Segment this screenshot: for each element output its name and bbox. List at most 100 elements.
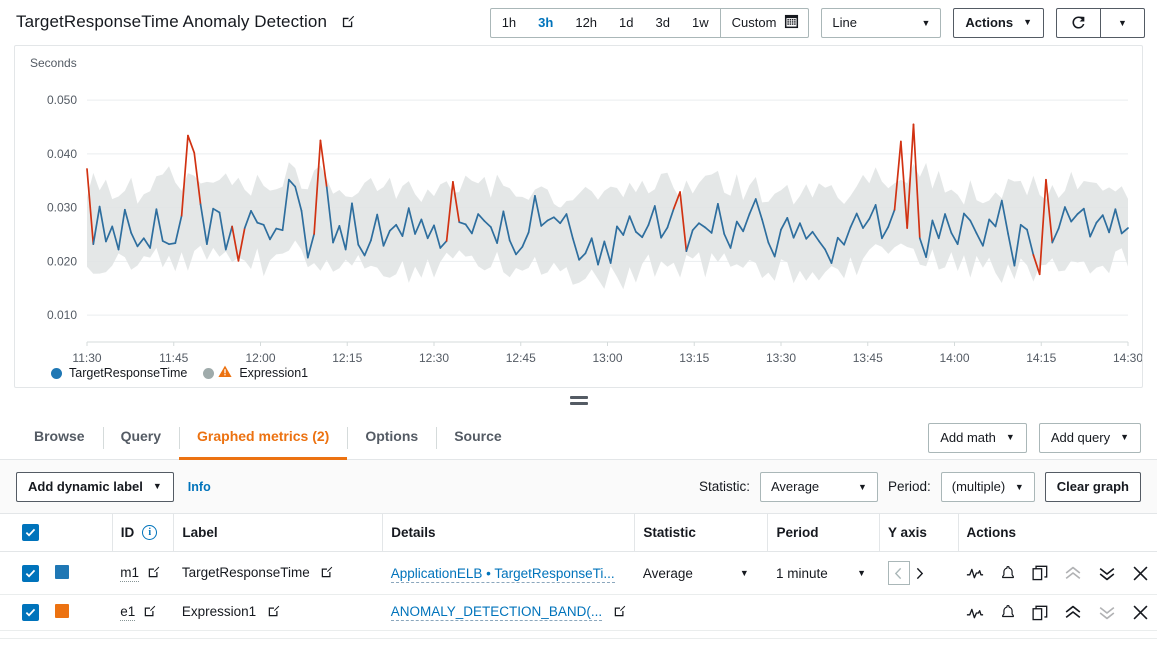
row-id-value: e1 (120, 604, 136, 621)
row-id-cell: e1 (112, 594, 174, 631)
statistic-label: Statistic: (698, 479, 750, 494)
bell-icon[interactable] (1000, 565, 1016, 582)
chevron-left-icon[interactable] (887, 561, 910, 585)
duplicate-icon[interactable] (1032, 605, 1048, 621)
tab-source[interactable]: Source (436, 416, 519, 460)
info-link[interactable]: Info (188, 480, 211, 494)
time-range-selector: 1h 3h 12h 1d 3d 1w Custom (489, 7, 810, 38)
row-period-select[interactable]: 1 minute ▼ (776, 566, 866, 581)
svg-text:12:15: 12:15 (332, 351, 362, 365)
row-color-cell (47, 594, 113, 631)
move-down-icon[interactable] (1098, 605, 1116, 620)
statistic-header: Statistic (634, 514, 768, 552)
move-up-icon[interactable] (1064, 566, 1082, 581)
table-row[interactable]: m1 TargetResponseTime ApplicationELB • T… (0, 551, 1157, 595)
svg-text:14:30: 14:30 (1113, 351, 1142, 365)
chart-legend: TargetResponseTime Expression1 (51, 365, 308, 381)
calendar-icon (784, 14, 799, 32)
row-details-cell: ANOMALY_DETECTION_BAND(... (382, 594, 635, 631)
edit-label-icon[interactable] (267, 604, 281, 621)
add-math-button[interactable]: Add math ▼ (928, 422, 1027, 453)
series-color-swatch[interactable] (55, 604, 69, 618)
time-range-1h[interactable]: 1h (491, 9, 527, 37)
clear-graph-button[interactable]: Clear graph (1044, 471, 1141, 502)
time-range-12h[interactable]: 12h (564, 9, 608, 37)
legend-item-targetresponsetime[interactable]: TargetResponseTime (51, 366, 187, 380)
table-row[interactable]: e1 Expression1 ANOMALY_DETECTION_BAND(..… (0, 594, 1157, 631)
svg-text:0.020: 0.020 (47, 254, 77, 268)
info-icon[interactable]: i (142, 525, 158, 540)
row-yaxis-cell (879, 551, 958, 595)
row-details-value[interactable]: ApplicationELB • TargetResponseTi... (390, 565, 615, 583)
tab-query[interactable]: Query (102, 416, 179, 460)
id-header-inner: ID i (121, 525, 158, 540)
add-dynamic-label-text: Add dynamic label (28, 479, 143, 494)
tab-browse[interactable]: Browse (16, 416, 103, 460)
legend-item-expression1[interactable]: Expression1 (203, 365, 308, 381)
edit-label-icon[interactable] (320, 565, 334, 582)
svg-text:13:30: 13:30 (766, 351, 796, 365)
chart-type-select[interactable]: Line ▼ (821, 7, 942, 38)
tab-graphed-metrics[interactable]: Graphed metrics (2) (179, 416, 348, 460)
svg-text:0.010: 0.010 (47, 308, 77, 322)
svg-text:0.030: 0.030 (47, 201, 77, 215)
chart-plot-area[interactable]: 0.050 0.040 0.030 0.020 0.010 11:30 11:45 12:00… (15, 74, 1143, 386)
chart-type-value: Line (832, 15, 857, 30)
row-details-value[interactable]: ANOMALY_DETECTION_BAND(... (390, 604, 603, 621)
time-range-1w[interactable]: 1w (681, 9, 720, 37)
period-select[interactable]: (multiple) ▼ (940, 471, 1035, 502)
refresh-button[interactable] (1057, 9, 1100, 37)
row-color-cell (47, 551, 113, 595)
row-id-value: m1 (120, 564, 140, 582)
time-range-custom[interactable]: Custom (721, 9, 809, 37)
graph-toolbar: TargetResponseTime Anomaly Detection 1h … (0, 0, 1157, 45)
add-dynamic-label-button[interactable]: Add dynamic label ▼ (16, 471, 174, 502)
y-axis-header: Y axis (879, 514, 958, 552)
metrics-controls-bar: Add dynamic label ▼ Info Statistic: Aver… (0, 460, 1157, 514)
edit-id-icon[interactable] (147, 565, 161, 582)
row-label-value: TargetResponseTime (181, 564, 310, 580)
move-down-icon[interactable] (1098, 566, 1116, 581)
duplicate-icon[interactable] (1032, 565, 1048, 581)
row-actions-cell (958, 594, 1157, 631)
select-all-checkbox[interactable] (22, 524, 39, 541)
series-color-swatch[interactable] (55, 564, 69, 579)
close-icon[interactable] (1132, 604, 1149, 621)
refresh-options-button[interactable]: ▼ (1101, 9, 1144, 37)
bell-icon[interactable] (1000, 604, 1016, 621)
close-icon[interactable] (1132, 565, 1149, 582)
table-bottom-edge (0, 631, 1157, 639)
chevron-down-icon: ▼ (858, 481, 867, 492)
period-value: (multiple) (951, 479, 1006, 494)
time-range-3h[interactable]: 3h (527, 9, 564, 37)
edit-id-icon[interactable] (143, 604, 157, 621)
chevron-right-icon[interactable] (910, 561, 930, 585)
table-body: m1 TargetResponseTime ApplicationELB • T… (0, 551, 1157, 631)
y-axis-toggle (887, 561, 930, 585)
table-head: ID i Label Details Statistic Period Y ax… (0, 514, 1157, 552)
tabs: Browse Query Graphed metrics (2) Options… (16, 416, 520, 460)
add-query-button[interactable]: Add query ▼ (1038, 422, 1141, 453)
panel-resize-handle[interactable] (0, 388, 1157, 416)
warning-triangle-icon (218, 365, 232, 381)
tab-options[interactable]: Options (347, 416, 436, 460)
row-select-cell (0, 551, 47, 595)
statistic-select[interactable]: Average ▼ (759, 471, 878, 502)
tabs-bar: Browse Query Graphed metrics (2) Options… (0, 416, 1157, 460)
pulse-icon[interactable] (966, 606, 984, 620)
pulse-icon[interactable] (966, 566, 984, 580)
edit-details-icon[interactable] (613, 604, 627, 621)
row-statistic-select[interactable]: Average ▼ (643, 566, 749, 581)
chevron-down-icon: ▼ (1005, 432, 1015, 442)
edit-title-icon[interactable] (341, 14, 356, 34)
move-up-icon[interactable] (1064, 605, 1082, 620)
actions-button[interactable]: Actions ▼ (953, 7, 1044, 38)
row-label-value: Expression1 (181, 604, 257, 619)
row-checkbox[interactable] (22, 604, 39, 621)
toolbar-right: 1h 3h 12h 1d 3d 1w Custom Line ▼ Actions… (489, 7, 1145, 38)
time-range-1d[interactable]: 1d (608, 9, 644, 37)
select-all-header (0, 514, 47, 552)
row-id-inner: m1 (120, 565, 161, 582)
time-range-3d[interactable]: 3d (645, 9, 681, 37)
row-checkbox[interactable] (22, 564, 39, 582)
